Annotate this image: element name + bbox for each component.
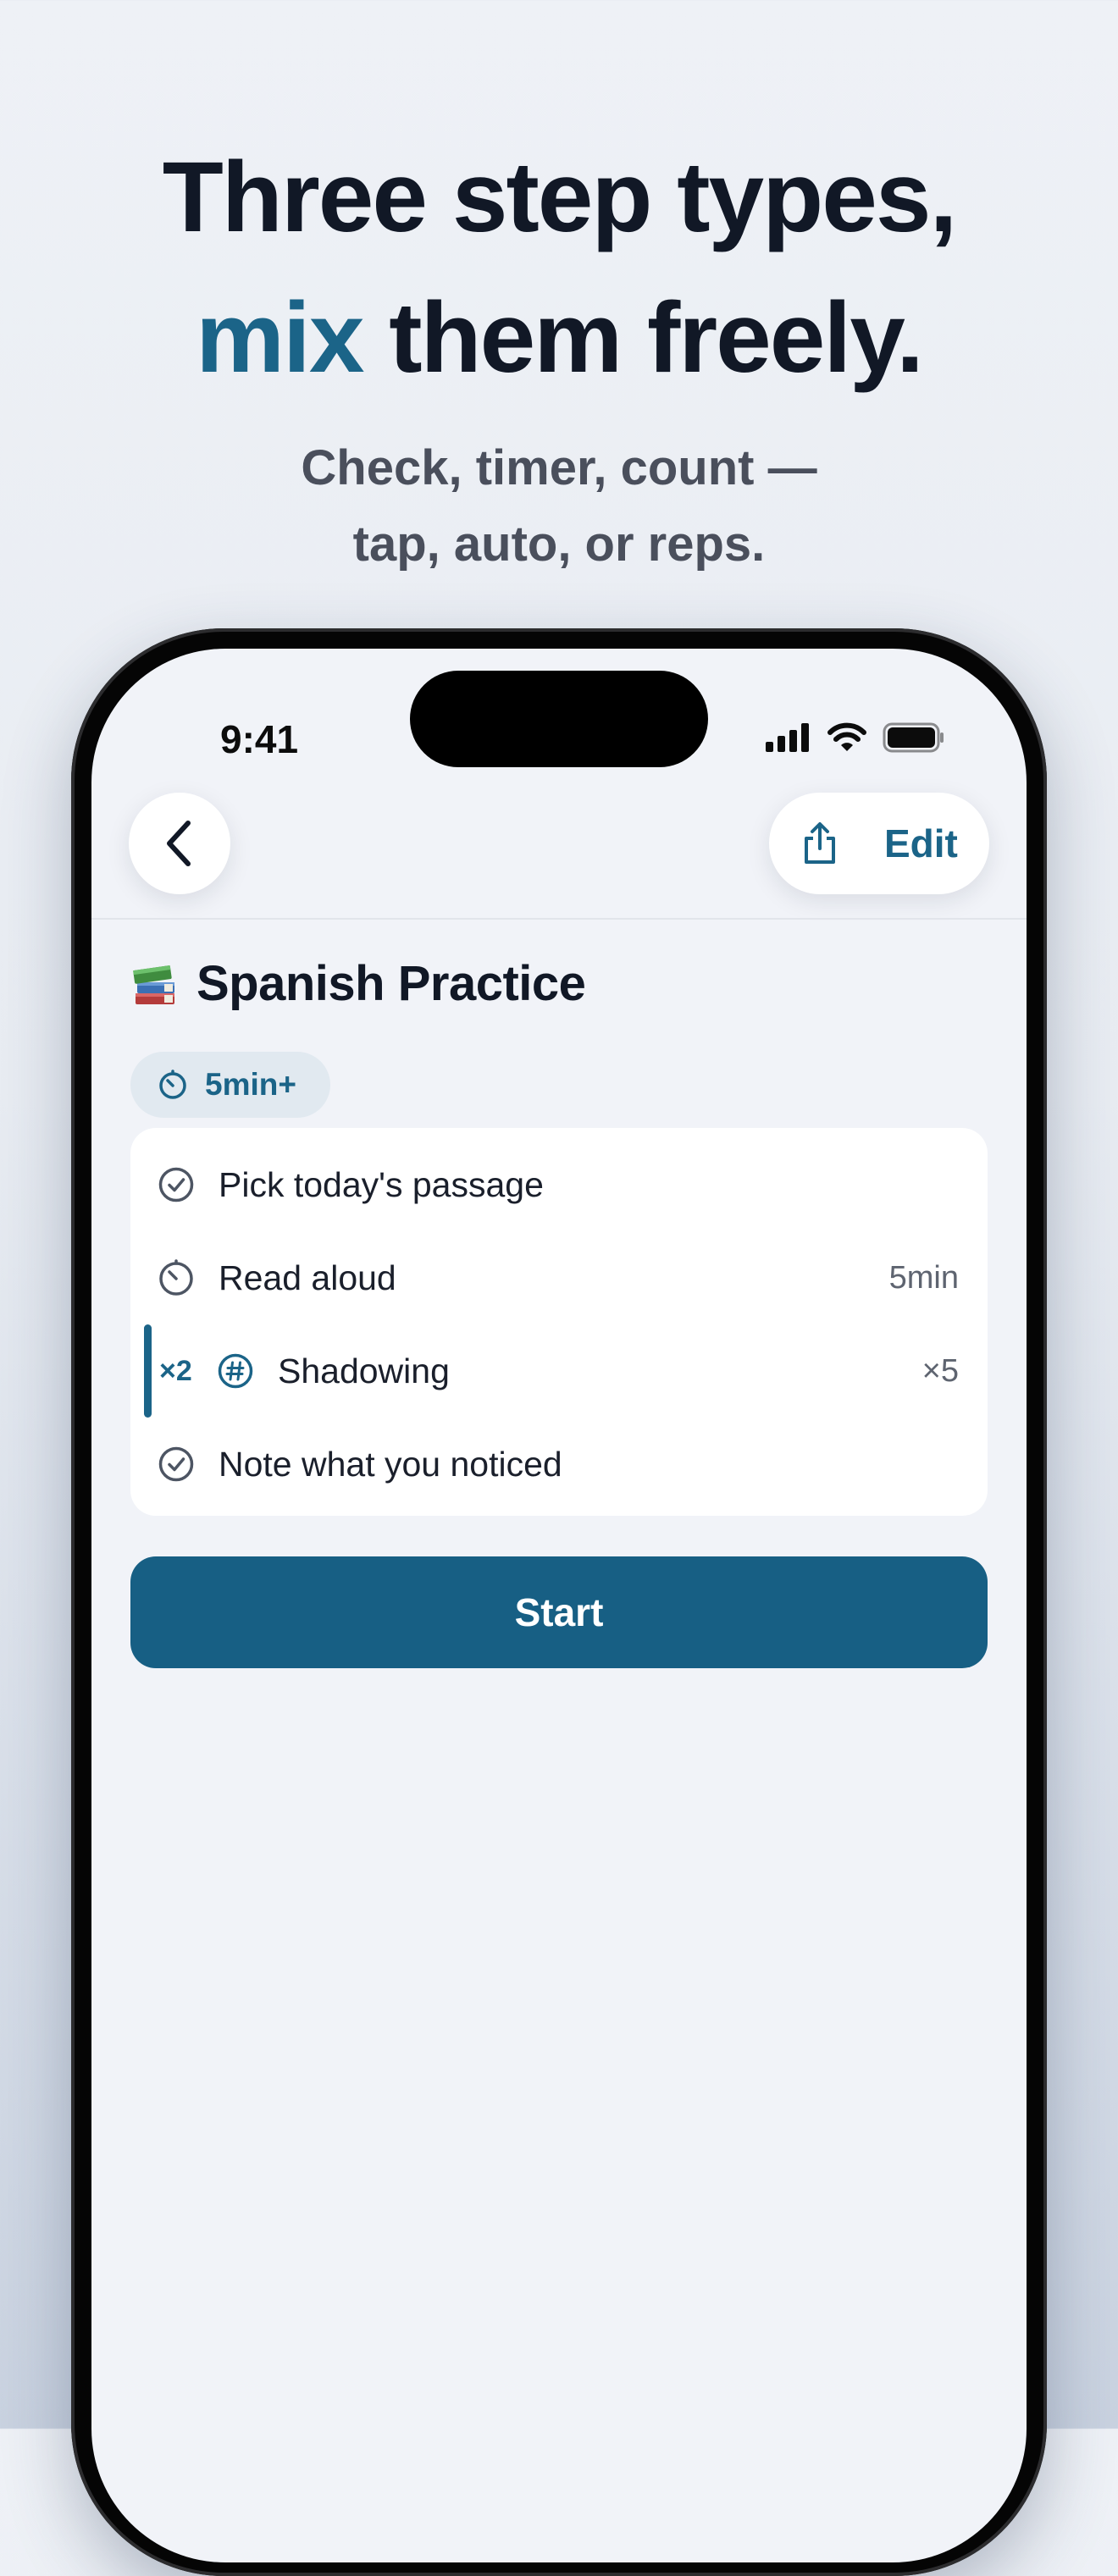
dynamic-island xyxy=(410,671,708,767)
step-item[interactable]: Note what you noticed xyxy=(130,1418,988,1511)
routine-title-row: Spanish Practice xyxy=(130,955,586,1012)
cellular-signal-icon xyxy=(766,723,809,752)
headline-line-2: mix them freely. xyxy=(0,268,1118,408)
steps-card: Pick today's passage Read aloud 5min ×2 xyxy=(130,1128,988,1516)
subhead: Check, timer, count — tap, auto, or reps… xyxy=(0,430,1118,583)
share-icon xyxy=(805,822,835,864)
step-label: Shadowing xyxy=(278,1351,450,1390)
step-meta: ×5 xyxy=(922,1352,959,1389)
step-meta: 5min xyxy=(888,1259,959,1296)
step-item[interactable]: Pick today's passage xyxy=(130,1138,988,1231)
step-item[interactable]: Read aloud 5min xyxy=(130,1231,988,1324)
share-button[interactable] xyxy=(798,818,842,869)
subhead-line-1: Check, timer, count — xyxy=(301,440,817,495)
step-label: Note what you noticed xyxy=(219,1444,562,1484)
status-icons xyxy=(766,716,945,759)
duration-chip: 5min+ xyxy=(130,1052,330,1118)
step-label: Pick today's passage xyxy=(219,1164,544,1204)
header-divider xyxy=(91,918,1027,920)
step-item-grouped[interactable]: ×2 Shadowing ×5 xyxy=(130,1324,988,1418)
routine-title: Spanish Practice xyxy=(196,956,586,1011)
headline-line-2-rest: them freely. xyxy=(363,282,924,394)
group-indicator-bar xyxy=(144,1324,152,1418)
wifi-icon xyxy=(827,722,866,751)
back-button[interactable] xyxy=(129,793,230,894)
check-circle-icon xyxy=(158,1446,194,1482)
headline-accent-word: mix xyxy=(196,282,364,394)
duration-label: 5min+ xyxy=(205,1067,296,1102)
phone-screen: 9:41 Edit Spanish Practice 5min+ Pick to… xyxy=(91,649,1027,2562)
start-button[interactable]: Start xyxy=(130,1556,988,1668)
step-label: Read aloud xyxy=(219,1258,396,1297)
timer-icon xyxy=(159,1070,186,1099)
hash-icon xyxy=(218,1353,253,1389)
headline: Three step types, mix them freely. xyxy=(0,127,1118,408)
headline-line-1: Three step types, xyxy=(162,141,958,253)
nav-actions-pill: Edit xyxy=(769,793,989,894)
subhead-line-2: tap, auto, or reps. xyxy=(352,517,766,572)
phone-frame: 9:41 Edit Spanish Practice 5min+ Pick to… xyxy=(71,628,1047,2576)
books-emoji-icon xyxy=(133,965,174,1004)
chevron-left-icon xyxy=(167,821,191,866)
edit-button[interactable]: Edit xyxy=(884,821,958,866)
battery-icon xyxy=(883,722,944,753)
status-time: 9:41 xyxy=(220,717,299,761)
group-multiplier: ×2 xyxy=(159,1354,192,1387)
timer-icon xyxy=(159,1259,193,1296)
check-circle-icon xyxy=(158,1167,194,1202)
